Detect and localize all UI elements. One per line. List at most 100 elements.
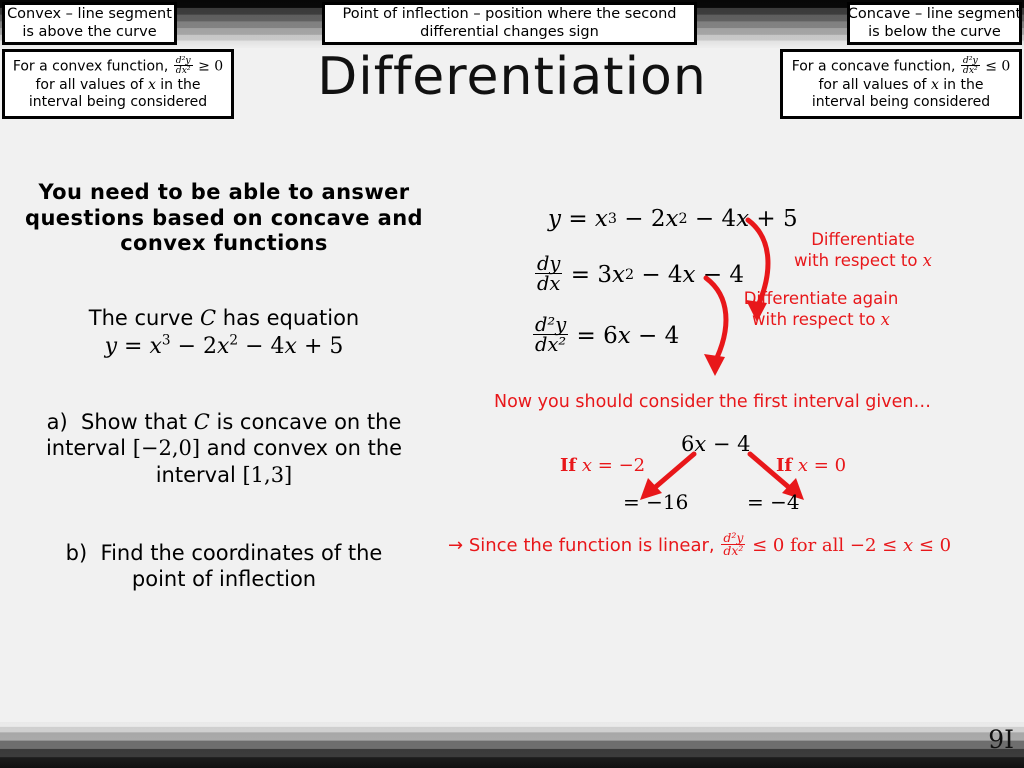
convex-definition-line1: Convex – line segment (7, 5, 172, 22)
convex-rule-line2-suffix: in the (160, 76, 201, 93)
work-d2y-rhs-tail: − 4 (638, 322, 680, 349)
part-a-line1: a) Show that C is concave on the (24, 409, 424, 435)
conclusion-relation-var: x (902, 534, 914, 556)
concave-rule-fraction: d²y dx² (960, 55, 980, 77)
first-derivative-numerator: dy (537, 252, 561, 275)
concave-rule-line2: for all values of x in the (818, 77, 983, 94)
callout-concave-definition: Concave – line segment is below the curv… (847, 2, 1022, 45)
learning-objective: You need to be able to answer questions … (24, 180, 424, 257)
part-b-line2: point of inflection (131, 567, 317, 592)
bottom-gradient-bar (0, 722, 1024, 768)
concave-rule-numerator: d²y (962, 55, 978, 67)
differentiate-2-line2-prefix: with respect to (752, 310, 876, 330)
curve-eq-lhs: y (104, 334, 118, 360)
convex-rule-line1: For a convex function, d²y dx² ≥ 0 (12, 55, 224, 77)
branch-left-var: x (581, 455, 593, 476)
callout-point-of-inflection: Point of inflection – position where the… (322, 2, 697, 45)
concave-rule-line2-text: for all values of (818, 76, 927, 93)
differentiate-1-line2-var: x (922, 251, 932, 271)
work-d2y-equals: = (576, 322, 596, 349)
convex-rule-prefix: For a convex function, (12, 58, 169, 75)
inflection-line1: Point of inflection – position where the… (342, 5, 677, 22)
convex-rule-relation: ≥ 0 (198, 58, 224, 75)
callout-convex-rule: For a convex function, d²y dx² ≥ 0 for a… (2, 49, 234, 119)
curve-eq-term1-base: x (149, 334, 162, 360)
work-dy-t1: 3 (597, 261, 612, 288)
part-a-curve-label: C (193, 410, 210, 435)
part-b-line1: b) Find the coordinates of the (24, 540, 424, 566)
work-y-base1: x (594, 206, 608, 232)
convex-rule-numerator: d²y (175, 55, 191, 67)
curve-statement-suffix: has equation (222, 305, 360, 330)
curve-eq-term2: − 2 (177, 334, 217, 360)
concave-rule-prefix: For a concave function, (791, 58, 956, 75)
curve-eq-term3: − 4 (245, 334, 285, 360)
work-dy-var2: x (682, 261, 696, 288)
part-a-line2-mid: and convex on the (206, 436, 403, 461)
concave-rule-line2-suffix: in the (943, 76, 984, 93)
work-y-t3: − 4 (694, 206, 737, 232)
working-equation-second-derivative: d²y dx² = 6x − 4 (532, 315, 680, 357)
differentiate-1-line1: Differentiate (811, 230, 915, 249)
label-differentiate-again: Differentiate again with respect to x (728, 288, 914, 330)
part-b-marker: b) (65, 540, 88, 565)
differentiate-2-line1: Differentiate again (743, 289, 899, 308)
part-b-line1-text: Find the coordinates of the (100, 540, 383, 565)
convex-rule-line2-var: x (147, 76, 156, 93)
callout-convex-definition: Convex – line segment is above the curve (2, 2, 177, 45)
convex-rule-fraction: d²y dx² (173, 55, 193, 77)
question-part-a: a) Show that C is concave on the interva… (24, 409, 424, 488)
part-a-marker: a) (46, 410, 68, 435)
conclusion-relation: ≤ 0 for all −2 ≤ (752, 534, 898, 556)
conclusion-relation-tail: ≤ 0 (918, 534, 952, 556)
part-a-line1-text: Show that (81, 410, 188, 435)
curve-eq-equals: = (124, 334, 143, 360)
page-number: 9I (988, 725, 1014, 754)
part-a-interval-1: [−2,0] (132, 436, 201, 461)
branch-left-if: If (560, 455, 577, 476)
concave-rule-denominator: dx² (960, 65, 980, 77)
concave-rule-line1: For a concave function, d²y dx² ≤ 0 (791, 55, 1011, 77)
second-derivative-denominator: dx² (533, 333, 569, 357)
work-dy-base1: x (611, 261, 625, 288)
objective-line1: You need to be able to answer (38, 180, 410, 204)
concave-definition-line1: Concave – line segment (847, 5, 1022, 22)
differentiate-2-line2: with respect to x (728, 309, 914, 330)
convex-rule-line2: for all values of x in the (35, 77, 200, 94)
curve-statement: The curve C has equation (24, 305, 424, 332)
convex-rule-line3: interval being considered (28, 93, 208, 110)
part-a-line3-prefix: interval (155, 462, 236, 487)
work-y-base2: x (665, 206, 679, 232)
curve-eq-term2-base: x (217, 334, 230, 360)
second-derivative-fraction: d²y dx² (533, 315, 569, 357)
part-a-line2-prefix: interval (45, 436, 127, 461)
concave-rule-line2-var: x (930, 76, 939, 93)
differentiate-2-line2-var: x (880, 310, 890, 330)
curve-eq-term2-exp: 2 (229, 332, 239, 349)
objective-line3: convex functions (120, 231, 328, 256)
part-a-interval-2: [1,3] (242, 462, 293, 487)
work-d2y-rhs: 6 (603, 322, 618, 349)
curve-label: C (200, 305, 217, 330)
concave-rule-line3: interval being considered (811, 93, 991, 110)
work-d2y-rhs-var: x (617, 322, 631, 349)
conclusion-prefix: Since the function is linear, (468, 534, 715, 556)
callout-concave-rule: For a concave function, d²y dx² ≤ 0 for … (780, 49, 1022, 119)
left-content-column: You need to be able to answer questions … (24, 180, 424, 592)
convex-rule-denominator: dx² (173, 65, 193, 77)
inflection-line2: differential changes sign (420, 23, 599, 40)
work-dy-t2: − 4 (641, 261, 683, 288)
part-a-line2: interval [−2,0] and convex on the (24, 435, 424, 461)
work-y-t2: − 2 (624, 206, 666, 232)
work-y-lhs: y (548, 206, 561, 232)
conclusion-arrow-icon: → (448, 534, 464, 556)
conclusion-denominator: dx² (721, 543, 746, 559)
convex-rule-line2-text: for all values of (35, 76, 144, 93)
branch-right-value: = 0 (813, 455, 847, 476)
curve-statement-prefix: The curve (88, 305, 194, 330)
concave-definition-line2: is below the curve (868, 23, 1001, 40)
first-derivative-denominator: dx (535, 272, 563, 296)
objective-line2: questions based on concave and (25, 205, 423, 230)
conclusion-statement: → Since the function is linear, d²y dx² … (448, 531, 952, 559)
branch-left-result: = −16 (623, 490, 689, 514)
